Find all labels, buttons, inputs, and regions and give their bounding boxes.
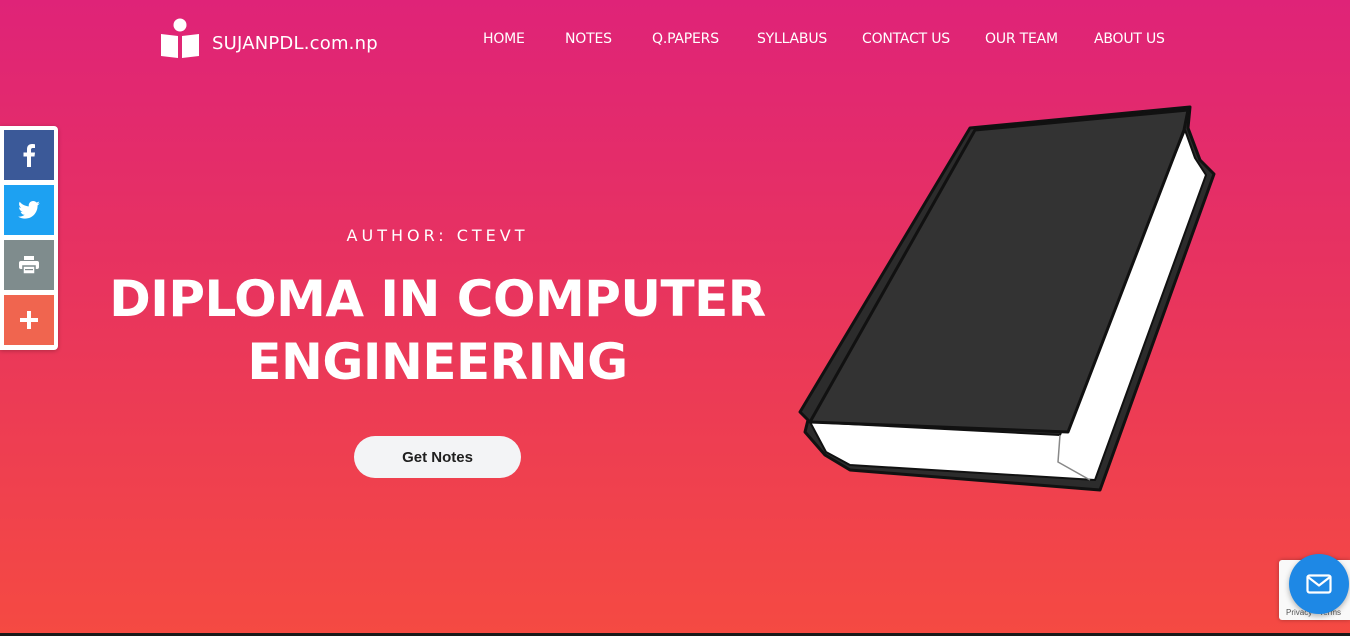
twitter-share-button[interactable]: [4, 185, 54, 235]
hero-title: DIPLOMA IN COMPUTER ENGINEERING: [100, 268, 775, 394]
nav-notes[interactable]: NOTES: [565, 31, 612, 47]
twitter-icon: [18, 201, 40, 219]
nav-qpapers[interactable]: Q.PAPERS: [652, 31, 719, 47]
logo-text: SUJANPDL.com.np: [212, 32, 378, 54]
contact-mail-button[interactable]: [1289, 554, 1349, 614]
facebook-share-button[interactable]: [4, 130, 54, 180]
book-icon: [798, 105, 1216, 492]
site-logo[interactable]: SUJANPDL.com.np: [160, 18, 378, 60]
nav-about-us[interactable]: ABOUT US: [1094, 31, 1165, 47]
hero-title-line2: ENGINEERING: [247, 333, 628, 391]
hero-title-line1: DIPLOMA IN COMPUTER: [109, 270, 766, 328]
nav-contact-us[interactable]: CONTACT US: [862, 31, 950, 47]
nav-our-team[interactable]: OUR TEAM: [985, 31, 1058, 47]
hero-author: AUTHOR: CTEVT: [346, 226, 529, 245]
social-share-bar: [0, 126, 58, 350]
mail-icon: [1306, 574, 1332, 594]
plus-icon: [20, 311, 38, 329]
get-notes-button[interactable]: Get Notes: [354, 436, 521, 478]
logo-icon: [161, 18, 199, 58]
nav-syllabus[interactable]: SYLLABUS: [757, 31, 827, 47]
more-share-button[interactable]: [4, 295, 54, 345]
print-button[interactable]: [4, 240, 54, 290]
nav-home[interactable]: HOME: [483, 31, 525, 47]
facebook-icon: [23, 144, 35, 167]
print-icon: [19, 256, 39, 274]
